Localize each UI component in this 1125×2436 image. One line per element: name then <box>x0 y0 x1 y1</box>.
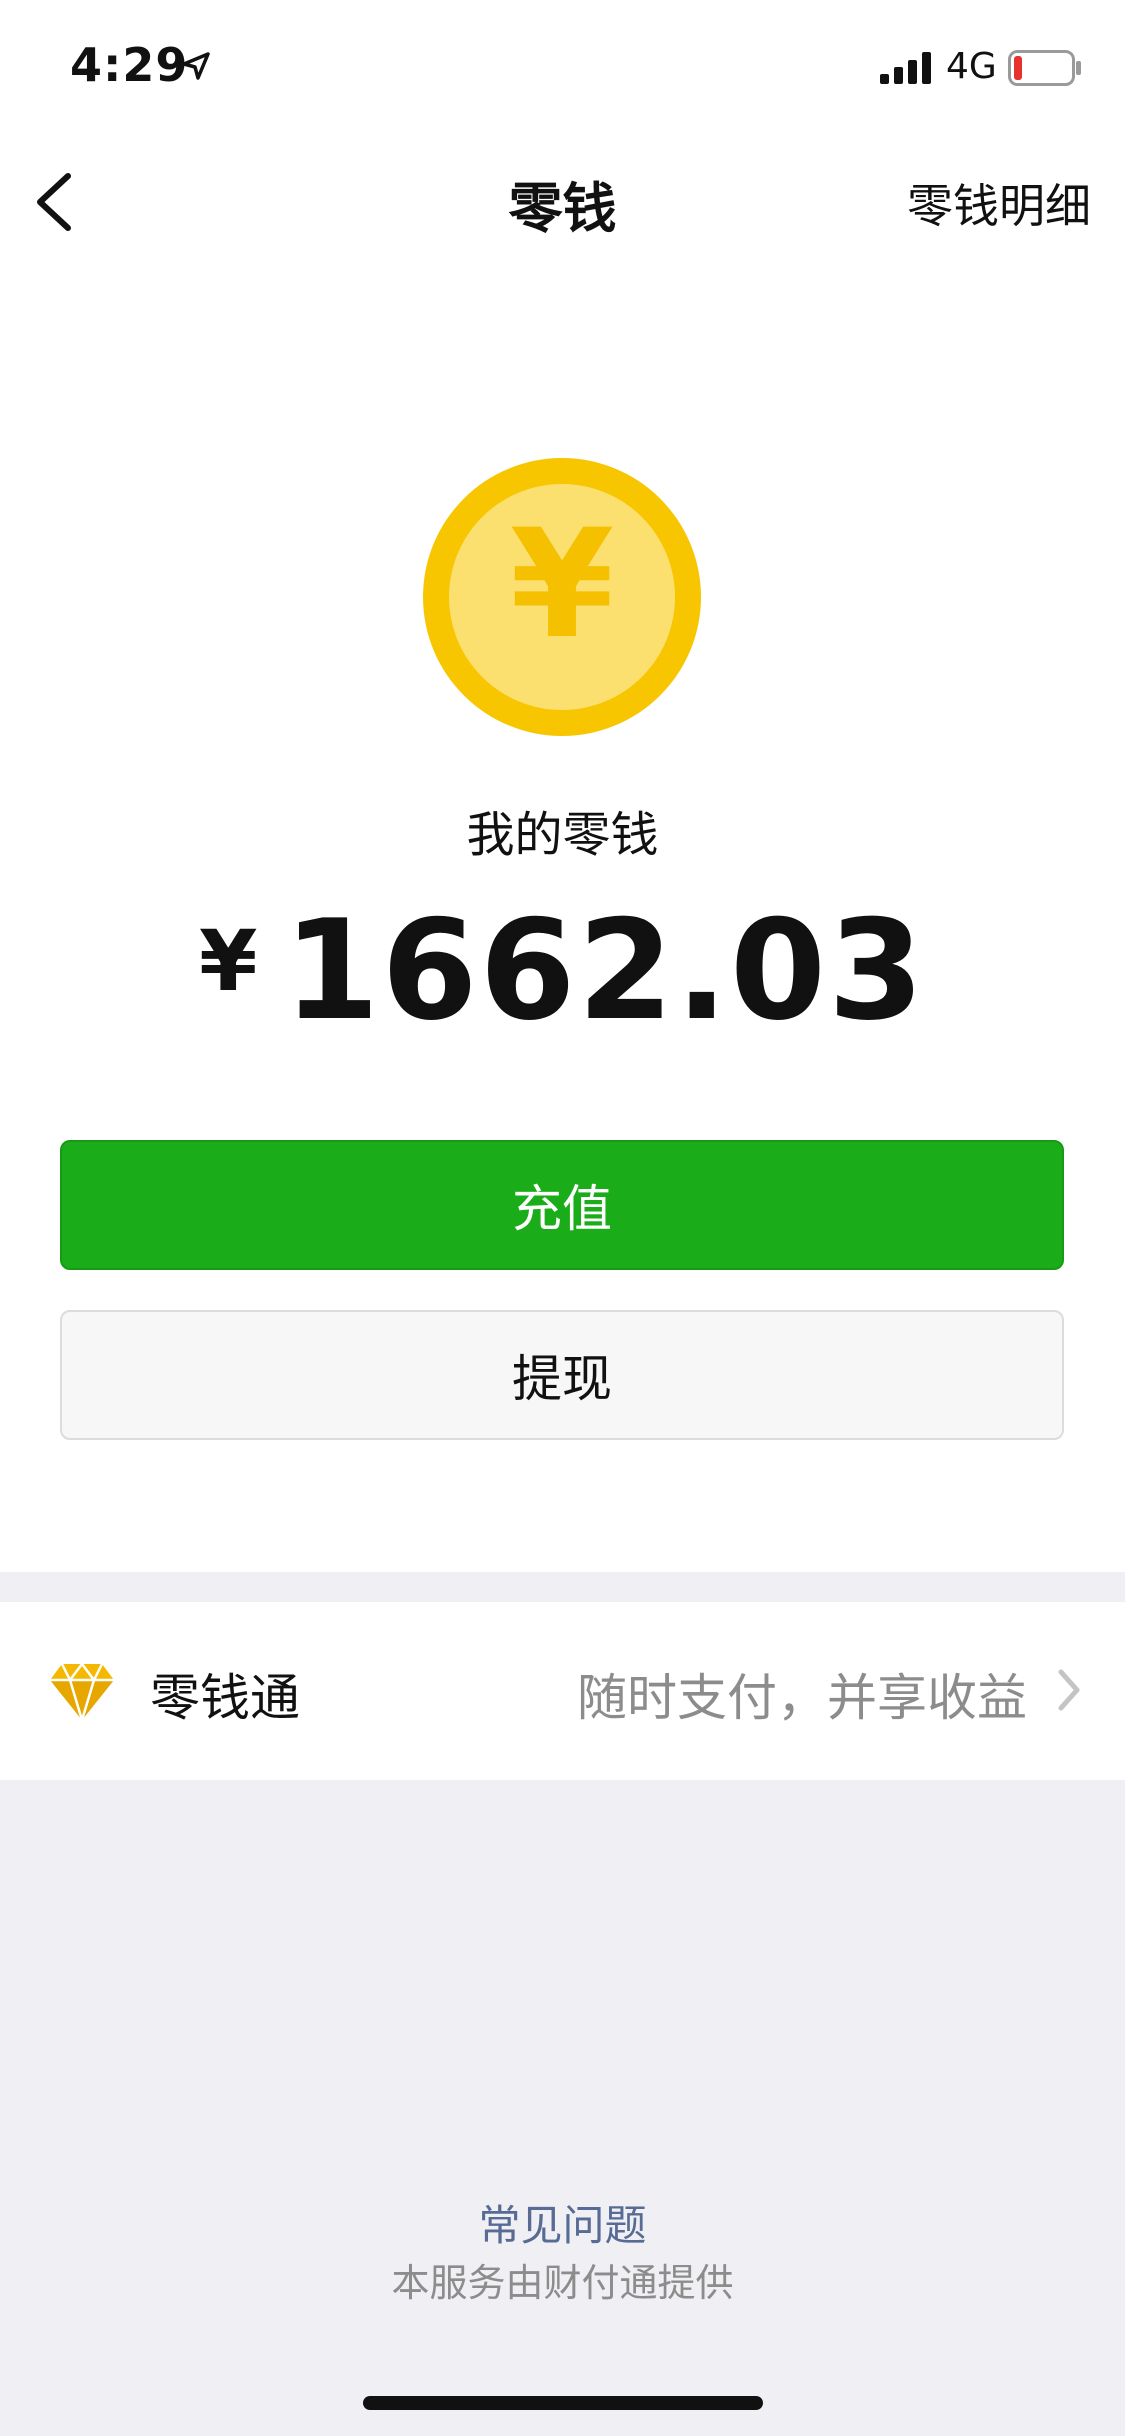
balance-label: 我的零钱 <box>466 807 659 863</box>
home-indicator[interactable] <box>363 2396 763 2410</box>
network-type: 4G <box>946 46 997 87</box>
location-arrow-icon <box>182 52 210 80</box>
recharge-button[interactable]: 充值 <box>60 1140 1064 1270</box>
coin-symbol: ¥ <box>510 498 614 672</box>
lingqiantong-label: 零钱通 <box>150 1669 300 1727</box>
status-bar: 4:29 4G <box>0 0 1125 132</box>
service-provider-note: 本服务由财付通提供 <box>391 2261 734 2305</box>
faq-link[interactable]: 常见问题 <box>0 2192 1125 2253</box>
withdraw-button[interactable]: 提现 <box>60 1310 1064 1440</box>
currency-symbol: ¥ <box>199 912 258 1010</box>
navigation-bar: 零钱 零钱明细 <box>0 132 1125 268</box>
status-time: 4:29 <box>70 38 189 92</box>
chevron-right-icon <box>1058 1669 1080 1711</box>
lingqiantong-description: 随时支付，并享收益 <box>577 1669 1027 1727</box>
balance-amount: ¥1662.03 <box>0 890 1125 1051</box>
cellular-signal-icon <box>880 52 931 84</box>
battery-low-icon <box>1008 50 1081 86</box>
coin-yen-icon: ¥ <box>423 458 701 736</box>
balance-value: 1662.03 <box>283 890 926 1051</box>
diamond-icon <box>50 1662 114 1722</box>
change-details-link[interactable]: 零钱明细 <box>907 170 1091 236</box>
lingqiantong-row[interactable]: 零钱通 随时支付，并享收益 <box>0 1602 1125 1780</box>
